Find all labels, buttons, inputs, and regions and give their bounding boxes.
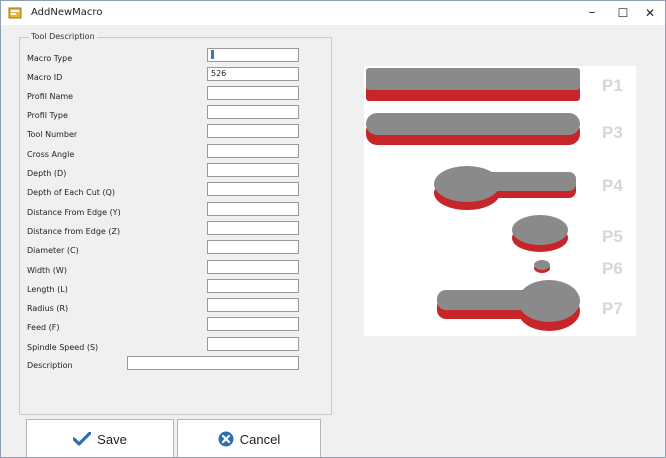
profil-type-input[interactable] bbox=[207, 105, 299, 119]
tool-number-input[interactable] bbox=[207, 124, 299, 138]
profile-p5-label: P5 bbox=[602, 227, 623, 246]
cancel-button[interactable]: Cancel bbox=[177, 419, 321, 457]
profile-p5-shape bbox=[512, 215, 568, 252]
profile-p6-shape bbox=[534, 260, 550, 273]
profile-preview: P1 P3 P4 P5 P6 P7 bbox=[364, 66, 636, 336]
feed-label: Feed (F) bbox=[27, 323, 60, 332]
profile-diagram: P1 P3 P4 P5 P6 P7 bbox=[366, 68, 623, 331]
profile-p4-shape bbox=[434, 166, 576, 210]
profil-type-label: Profil Type bbox=[27, 111, 68, 120]
profil-name-label: Profil Name bbox=[27, 92, 74, 101]
spindle-speed-input[interactable] bbox=[207, 337, 299, 351]
diameter-label: Diameter (C) bbox=[27, 246, 79, 255]
cancel-icon bbox=[218, 431, 234, 447]
distance-edge-z-label: Distance from Edge (Z) bbox=[27, 227, 121, 236]
title-bar: AddNewMacro – ☐ ✕ bbox=[1, 1, 665, 25]
radius-input[interactable] bbox=[207, 298, 299, 312]
radius-label: Radius (R) bbox=[27, 304, 69, 313]
group-title: Tool Description bbox=[29, 32, 97, 41]
macro-id-label: Macro ID bbox=[27, 73, 63, 82]
spindle-speed-label: Spindle Speed (S) bbox=[27, 343, 99, 352]
description-label: Description bbox=[27, 361, 73, 370]
cross-angle-input[interactable] bbox=[207, 144, 299, 158]
profile-p7-label: P7 bbox=[602, 299, 623, 318]
description-input[interactable] bbox=[127, 356, 299, 370]
text-caret bbox=[211, 50, 214, 59]
depth-each-cut-label: Depth of Each Cut (Q) bbox=[27, 188, 116, 197]
length-label: Length (L) bbox=[27, 285, 68, 294]
minimize-button[interactable]: – bbox=[576, 1, 608, 25]
checkmark-icon bbox=[73, 432, 92, 446]
macro-id-input[interactable]: 526 bbox=[207, 67, 299, 81]
profile-p7-shape bbox=[437, 280, 580, 331]
profile-p3-shape bbox=[366, 113, 580, 145]
macro-type-input[interactable] bbox=[207, 48, 299, 62]
app-icon bbox=[8, 7, 22, 19]
cross-angle-label: Cross Angle bbox=[27, 150, 75, 159]
depth-each-cut-input[interactable] bbox=[207, 182, 299, 196]
distance-edge-y-label: Distance From Edge (Y) bbox=[27, 208, 121, 217]
profil-name-input[interactable] bbox=[207, 86, 299, 100]
tool-number-label: Tool Number bbox=[27, 130, 78, 139]
profile-p1-shape bbox=[366, 68, 580, 101]
feed-input[interactable] bbox=[207, 317, 299, 331]
length-input[interactable] bbox=[207, 279, 299, 293]
distance-edge-z-input[interactable] bbox=[207, 221, 299, 235]
save-button-label: Save bbox=[97, 431, 127, 447]
profile-p4-label: P4 bbox=[602, 176, 623, 195]
width-input[interactable] bbox=[207, 260, 299, 274]
add-new-macro-window: AddNewMacro – ☐ ✕ Tool Description Macro… bbox=[0, 0, 666, 458]
depth-input[interactable] bbox=[207, 163, 299, 177]
profile-p1-label: P1 bbox=[602, 76, 623, 95]
cancel-button-label: Cancel bbox=[239, 431, 281, 447]
profile-p6-label: P6 bbox=[602, 259, 623, 278]
width-label: Width (W) bbox=[27, 266, 67, 275]
save-button[interactable]: Save bbox=[26, 419, 174, 457]
profile-p3-label: P3 bbox=[602, 123, 623, 142]
close-button[interactable]: ✕ bbox=[634, 1, 665, 25]
diameter-input[interactable] bbox=[207, 240, 299, 254]
window-title: AddNewMacro bbox=[31, 7, 103, 18]
distance-edge-y-input[interactable] bbox=[207, 202, 299, 216]
macro-type-label: Macro Type bbox=[27, 54, 73, 63]
depth-label: Depth (D) bbox=[27, 169, 67, 178]
